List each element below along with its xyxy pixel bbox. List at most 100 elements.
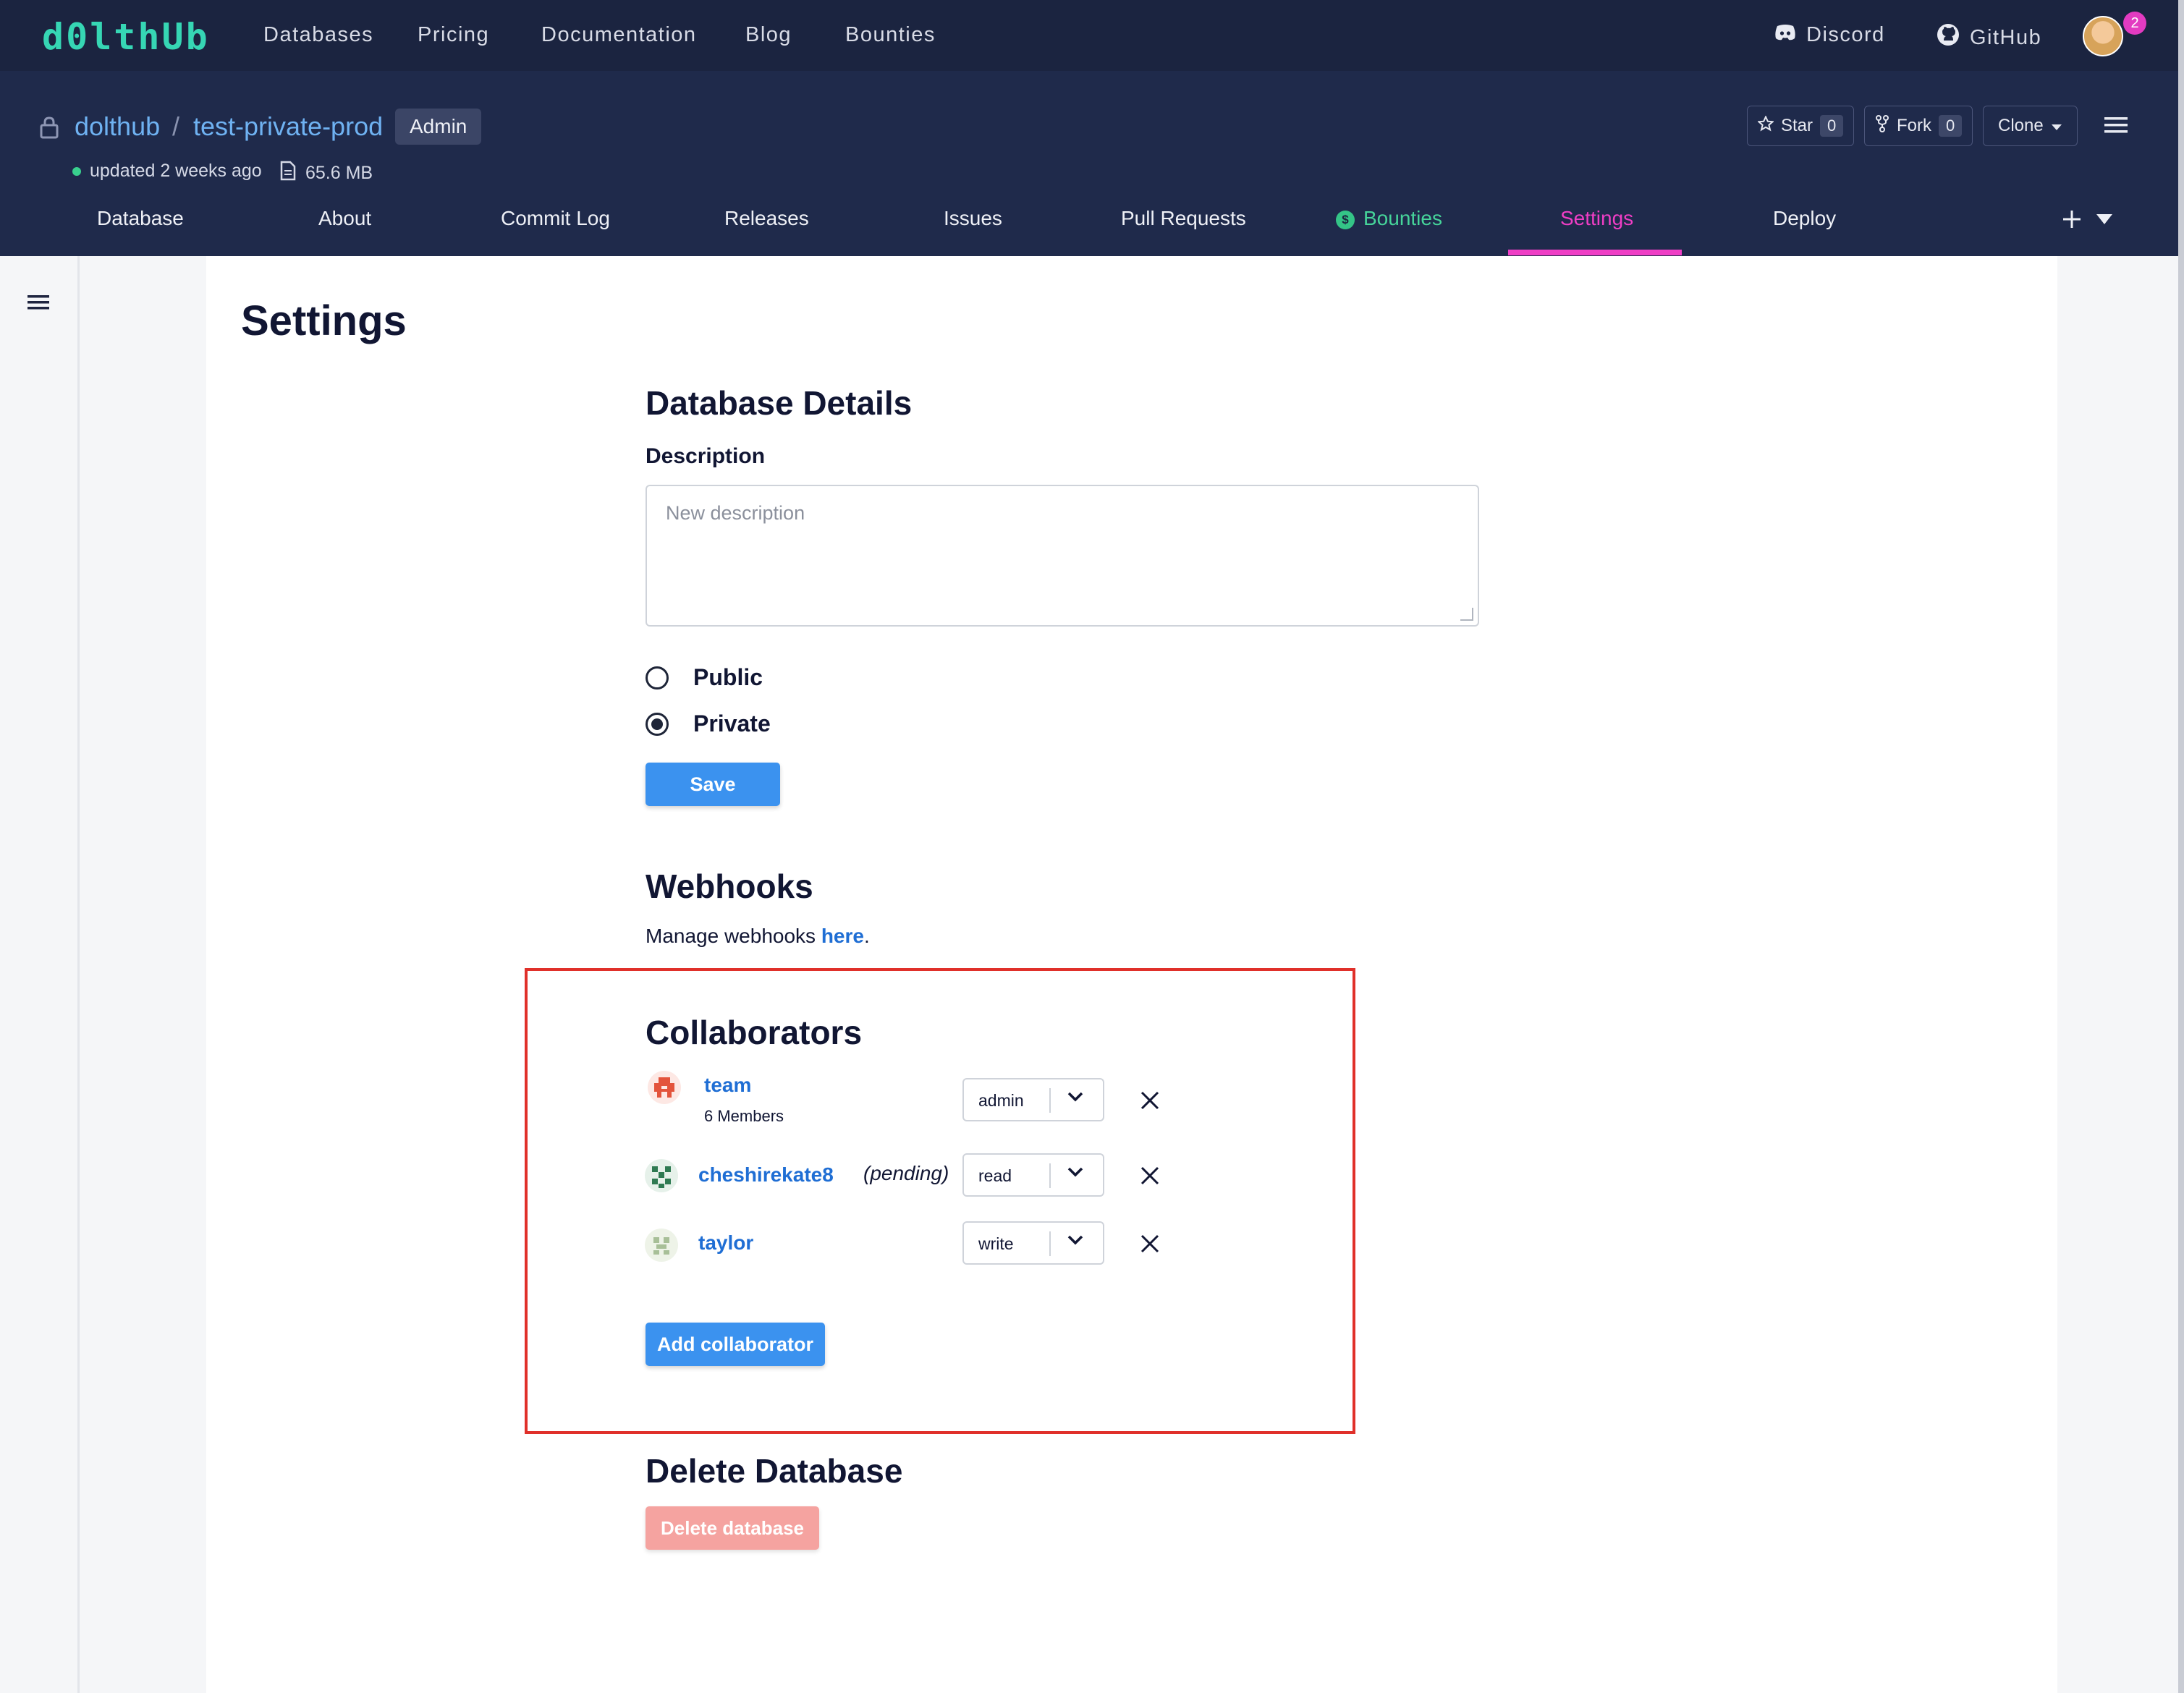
clone-label: Clone [1998,116,2044,135]
delete-database-button[interactable]: Delete database [646,1506,819,1550]
remove-collaborator-close-icon[interactable] [1139,1233,1161,1258]
collaborator-name-link[interactable]: taylor [698,1231,753,1255]
permission-select[interactable]: write [962,1221,1104,1265]
save-button[interactable]: Save [646,763,780,806]
tab-bounties-label: Bounties [1363,207,1442,229]
collaborators-heading: Collaborators [646,1014,863,1051]
cheshirekate8-avatar [645,1159,678,1192]
new-menu-button[interactable] [2062,210,2113,232]
size-text: 65.6 MB [305,163,373,183]
dollar-icon: $ [1336,211,1355,229]
clone-button[interactable]: Clone [1983,106,2078,146]
top-navbar: d0lthUb Databases Pricing Documentation … [0,0,2184,71]
tab-database[interactable]: Database [97,207,184,230]
star-label: Star [1781,116,1813,135]
webhooks-text: Manage webhooks here. [646,925,870,948]
nav-blog[interactable]: Blog [745,23,792,47]
left-sidebar [0,256,80,1693]
active-tab-indicator [1508,250,1682,255]
tab-bounties[interactable]: $ Bounties [1336,207,1442,230]
private-label: Private [693,710,771,737]
tab-commit-log[interactable]: Commit Log [501,207,610,230]
chevron-down-icon [1067,1234,1084,1249]
lock-icon [39,116,59,143]
breadcrumb-separator: / [172,111,180,141]
tab-deploy[interactable]: Deploy [1773,207,1836,230]
user-avatar[interactable] [2083,16,2123,56]
nav-documentation[interactable]: Documentation [541,23,697,47]
github-icon [1937,23,1960,52]
notification-badge[interactable]: 2 [2123,12,2146,35]
plus-icon [2062,210,2081,232]
fork-button[interactable]: Fork 0 [1864,106,1973,146]
team-avatar [648,1071,681,1104]
description-label: Description [646,444,766,468]
collaborator-name-link[interactable]: team [704,1074,751,1097]
description-textarea[interactable]: New description [646,485,1479,627]
fork-icon [1875,114,1889,137]
add-collaborator-button[interactable]: Add collaborator [646,1323,825,1366]
tab-issues[interactable]: Issues [944,207,1002,230]
resize-handle-icon[interactable] [1460,608,1473,621]
private-radio[interactable] [646,712,669,736]
fork-count: 0 [1939,115,1963,137]
sidebar-toggle-icon[interactable] [27,294,49,315]
page-title: Settings [241,297,407,344]
status-dot-icon [72,166,81,176]
tab-about[interactable]: About [318,207,371,230]
webhooks-heading: Webhooks [646,867,813,905]
discord-label: Discord [1806,23,1885,46]
caret-down-icon [2051,116,2062,136]
app-root: d0lthUb Databases Pricing Documentation … [0,0,2184,1693]
fork-label: Fork [1897,116,1931,135]
pending-status: (pending) [863,1162,949,1184]
discord-link[interactable]: Discord [1774,23,1885,47]
remove-collaborator-close-icon[interactable] [1139,1165,1161,1190]
webhooks-text-end: . [863,925,870,947]
permission-value: write [978,1234,1014,1253]
visibility-public-option[interactable]: Public [646,664,763,691]
webhooks-here-link[interactable]: here [821,925,864,947]
database-details-heading: Database Details [646,384,913,422]
nav-bounties[interactable]: Bounties [845,23,936,47]
permission-select[interactable]: admin [962,1078,1104,1121]
dolthub-logo[interactable]: d0lthUb [42,16,210,58]
repo-name-link[interactable]: test-private-prod [193,111,383,142]
repo-owner-link[interactable]: dolthub [75,111,160,142]
updated-text: updated 2 weeks ago [90,161,262,181]
visibility-private-option[interactable]: Private [646,710,771,737]
star-icon [1757,114,1774,137]
hamburger-menu-icon[interactable] [2104,116,2128,138]
file-icon [279,161,297,186]
public-radio[interactable] [646,666,669,689]
star-button[interactable]: Star 0 [1747,106,1855,146]
updated-meta: updated 2 weeks ago [72,161,262,182]
permission-value: admin [978,1091,1024,1110]
tab-releases[interactable]: Releases [724,207,809,230]
taylor-avatar [645,1229,678,1262]
remove-collaborator-close-icon[interactable] [1139,1090,1161,1115]
select-divider [1049,1163,1051,1188]
description-placeholder: New description [666,502,805,524]
chevron-down-icon [1067,1091,1084,1106]
repo-header: dolthub / test-private-prod Admin update… [0,71,2184,256]
size-meta: 65.6 MB [279,161,373,186]
nav-pricing[interactable]: Pricing [418,23,489,47]
chevron-down-icon [1067,1166,1084,1181]
github-label: GitHub [1970,25,2042,49]
github-link[interactable]: GitHub [1937,23,2041,52]
public-label: Public [693,664,763,690]
select-divider [1049,1088,1051,1113]
nav-databases[interactable]: Databases [263,23,373,47]
role-badge: Admin [395,109,482,145]
tab-pull-requests[interactable]: Pull Requests [1121,207,1246,230]
star-count: 0 [1820,115,1844,137]
collaborator-name-link[interactable]: cheshirekate8 [698,1163,834,1187]
tab-settings[interactable]: Settings [1560,207,1633,230]
permission-select[interactable]: read [962,1153,1104,1197]
window-scrollbar[interactable] [2178,0,2184,1693]
webhooks-text-lead: Manage webhooks [646,925,821,947]
discord-icon [1774,23,1796,47]
permission-value: read [978,1166,1012,1185]
caret-down-icon [2096,213,2113,229]
